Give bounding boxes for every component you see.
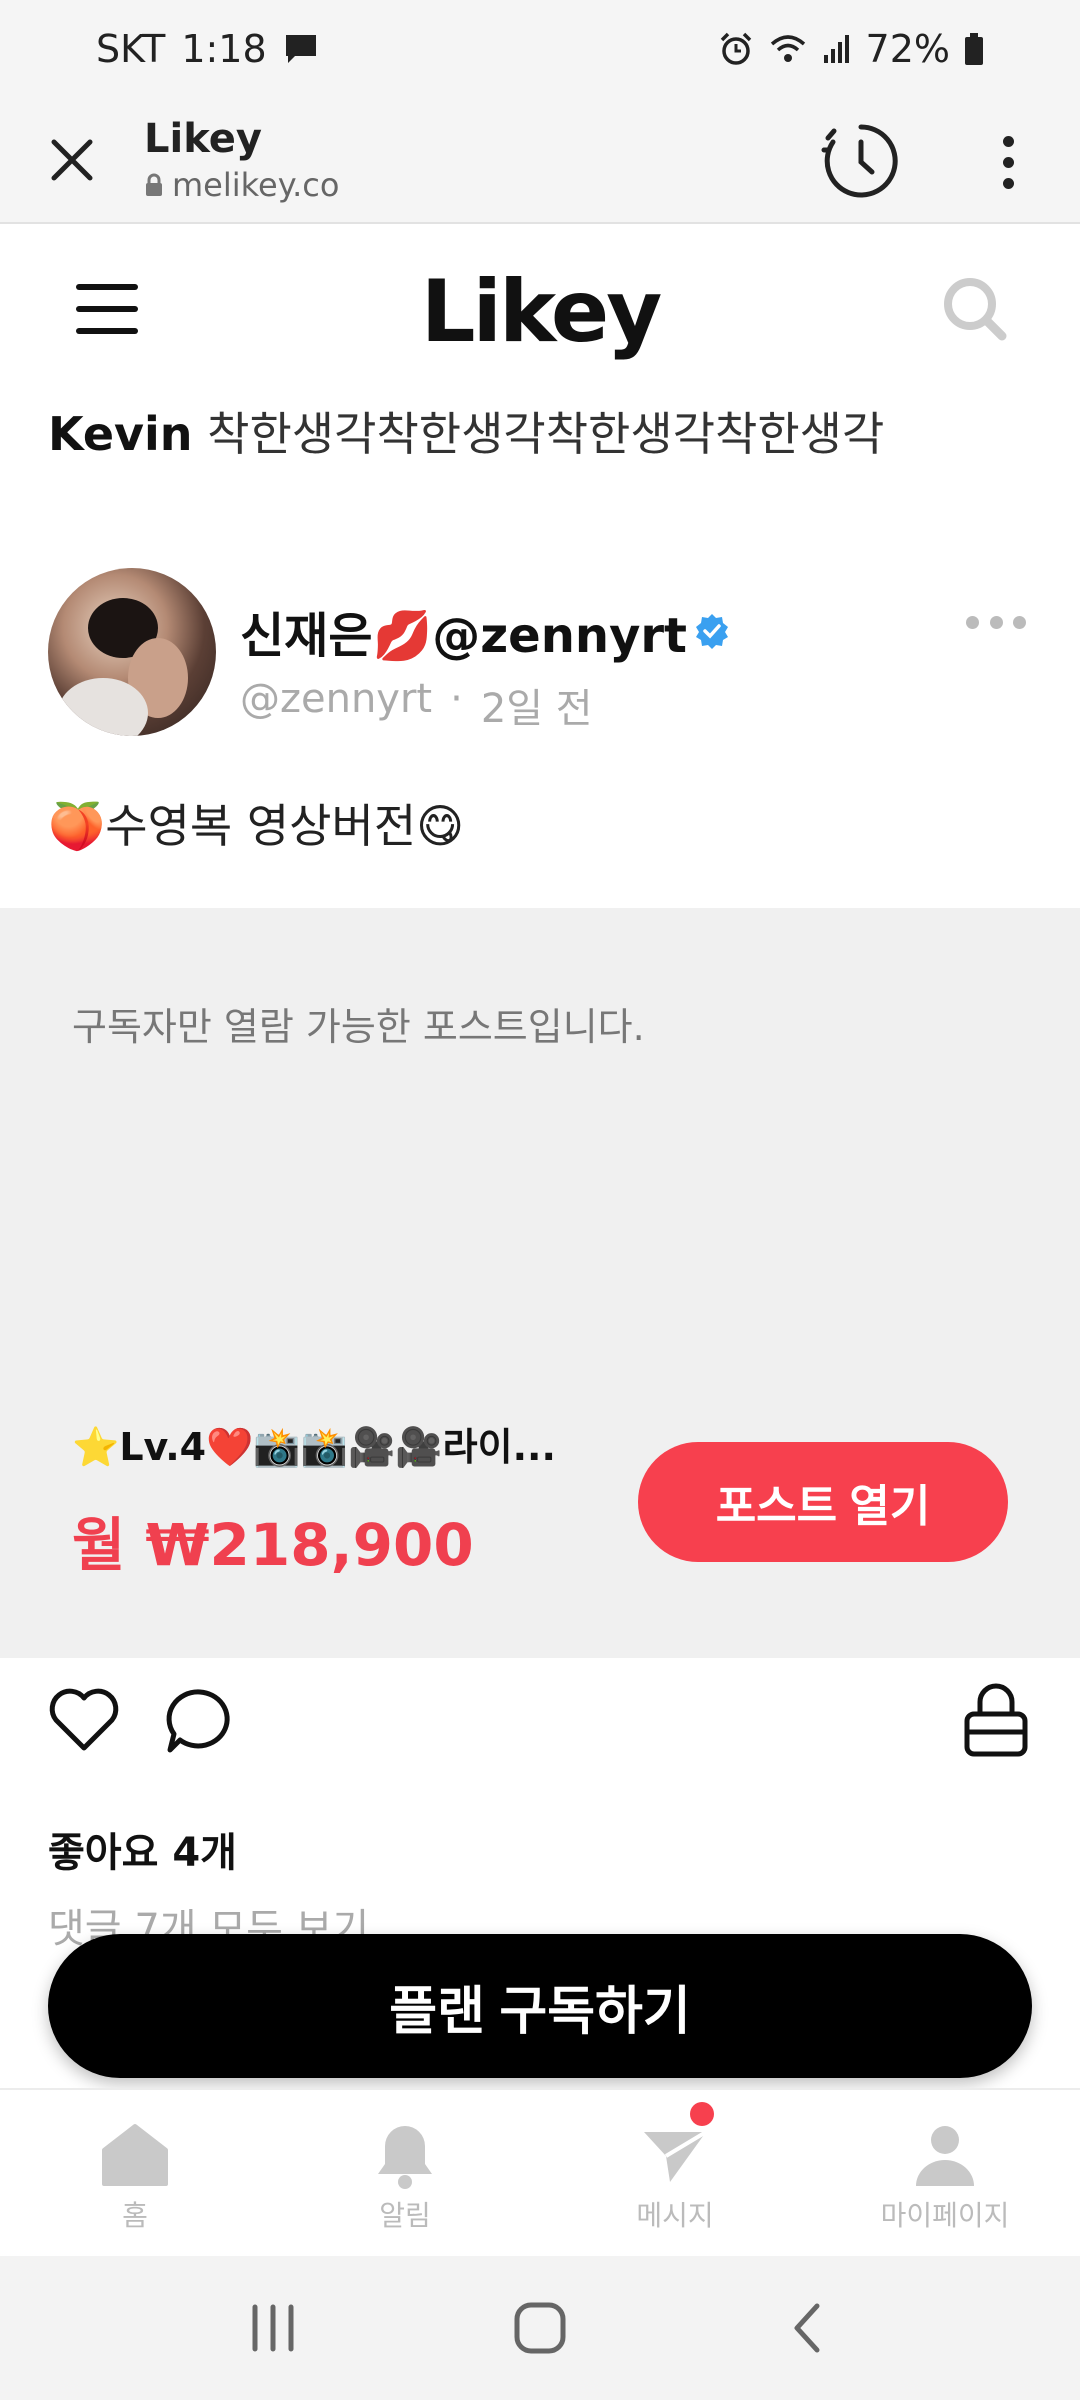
post-caption: 🍑수영복 영상버전😋 xyxy=(48,799,465,853)
nav-alerts-label: 알림 xyxy=(379,2199,431,2232)
send-icon xyxy=(644,2130,708,2182)
search-button[interactable] xyxy=(940,274,1010,344)
plan-name: ⭐Lv.4❤️📸📸🎥🎥라이... xyxy=(72,1425,556,1469)
author-handle: @zennyrt xyxy=(240,676,433,722)
history-icon xyxy=(821,124,898,198)
system-nav-bar xyxy=(0,2256,1080,2400)
nav-alerts[interactable]: 알림 xyxy=(270,2090,540,2256)
recent-apps-button[interactable] xyxy=(233,2288,313,2368)
signal-icon xyxy=(823,35,849,63)
browser-toolbar: Likey melikey.co xyxy=(0,98,1080,224)
post-time: 2일 전 xyxy=(480,686,593,732)
user-icon xyxy=(916,2126,974,2186)
author-meta: @zennyrt · 2일 전 xyxy=(240,676,593,734)
bell-icon xyxy=(378,2126,432,2189)
nav-home-label: 홈 xyxy=(122,2199,148,2232)
status-left: SKT 1:18 xyxy=(96,27,319,71)
comment-icon xyxy=(166,1689,230,1753)
author-name-text: 신재은💋@zennyrt xyxy=(240,608,687,664)
alarm-icon xyxy=(720,32,751,65)
plan-price: 월 ₩218,900 xyxy=(72,1511,474,1579)
locked-content: 구독자만 열람 가능한 포스트입니다. ⭐Lv.4❤️📸📸🎥🎥라이... 월 ₩… xyxy=(0,908,1080,1658)
site-logo[interactable]: Likey xyxy=(0,262,1080,362)
more-dot xyxy=(1002,156,1014,168)
nav-messages-label: 메시지 xyxy=(636,2199,714,2232)
status-bar: SKT 1:18 72% xyxy=(0,0,1080,98)
nav-mypage[interactable]: 마이페이지 xyxy=(810,2090,1080,2256)
battery-level: 72% xyxy=(865,27,950,71)
lock-icon xyxy=(146,173,162,196)
message-icon xyxy=(285,35,316,63)
browser-title: Likey xyxy=(144,116,262,162)
more-dot xyxy=(1002,177,1014,189)
nav-messages[interactable]: 메시지 xyxy=(540,2090,810,2256)
likes-count[interactable]: 좋아요 4개 xyxy=(48,1820,237,1878)
recent-apps-icon xyxy=(252,2304,294,2352)
nav-mypage-label: 마이페이지 xyxy=(880,2199,1010,2232)
status-right: 72% xyxy=(718,27,984,71)
more-dot xyxy=(1013,615,1026,629)
greeting: Kevin 착한생각착한생각착한생각착한생각 xyxy=(48,398,884,464)
unread-badge xyxy=(690,2102,714,2126)
more-dot xyxy=(1002,135,1014,147)
lock-icon xyxy=(964,1683,1028,1757)
back-button[interactable] xyxy=(767,2288,847,2368)
greeting-text: 착한생각착한생각착한생각착한생각 xyxy=(207,407,885,461)
nav-home[interactable]: 홈 xyxy=(0,2090,270,2256)
more-options-button[interactable] xyxy=(984,124,1032,200)
home-square-icon xyxy=(514,2302,566,2354)
history-button[interactable] xyxy=(820,120,902,202)
search-icon xyxy=(944,278,1007,341)
browser-titles: Likey melikey.co xyxy=(144,116,339,204)
user-name: Kevin xyxy=(48,407,193,461)
verified-badge-icon xyxy=(696,614,728,649)
home-icon xyxy=(102,2124,168,2186)
heart-icon xyxy=(49,1688,119,1751)
like-button[interactable] xyxy=(48,1686,120,1754)
bottom-nav: 홈 알림 메시지 마이페이지 xyxy=(0,2088,1080,2256)
comment-button[interactable] xyxy=(164,1686,236,1756)
locked-message: 구독자만 열람 가능한 포스트입니다. xyxy=(72,1005,645,1049)
more-dot xyxy=(966,615,979,629)
close-button[interactable] xyxy=(40,128,104,192)
open-post-button[interactable]: 포스트 열기 xyxy=(638,1442,1008,1562)
screen: SKT 1:18 72% Likey melikey.co Likey Kevi… xyxy=(0,0,1080,2400)
avatar[interactable] xyxy=(48,568,216,736)
wifi-icon xyxy=(770,35,805,62)
post-options-button[interactable] xyxy=(966,612,1026,632)
lock-button[interactable] xyxy=(962,1680,1030,1758)
battery-icon xyxy=(965,33,983,65)
browser-url: melikey.co xyxy=(144,166,339,204)
carrier: SKT xyxy=(96,27,166,71)
more-dot xyxy=(989,615,1003,629)
site-header: Likey xyxy=(0,224,1080,394)
clock: 1:18 xyxy=(181,27,267,71)
back-icon xyxy=(794,2303,820,2353)
close-icon xyxy=(51,139,93,181)
separator-dot: · xyxy=(450,676,463,722)
subscribe-button[interactable]: 플랜 구독하기 xyxy=(48,1934,1032,2078)
url-text: melikey.co xyxy=(172,166,340,204)
home-system-button[interactable] xyxy=(500,2288,580,2368)
author-name[interactable]: 신재은💋@zennyrt xyxy=(240,596,731,666)
